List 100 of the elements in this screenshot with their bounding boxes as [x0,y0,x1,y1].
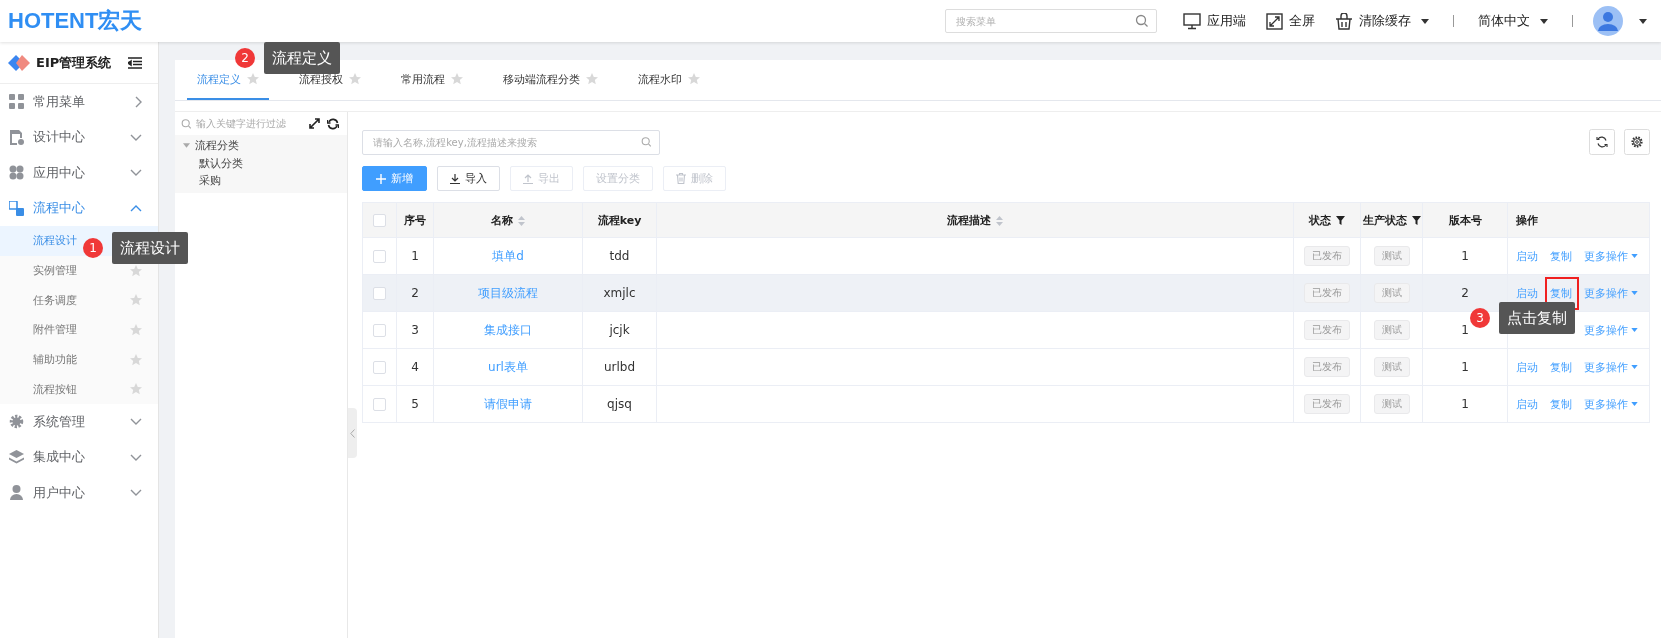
header-action-button[interactable]: 清除缓存 [1331,12,1433,30]
toolbar-button[interactable]: 新增 [362,166,427,191]
star-icon[interactable] [130,353,142,366]
annotation-tooltip: 流程设计 [112,232,188,264]
download-icon [450,173,460,184]
process-name-link[interactable]: url表单 [488,359,528,374]
table-cell: jcjk [609,323,630,337]
action-link[interactable]: 更多操作 [1584,359,1638,375]
tree-node[interactable]: 采购 [175,172,347,190]
sidebar-submenu-item[interactable]: 任务调度 [0,285,158,316]
star-icon[interactable] [349,73,361,85]
process-name-link[interactable]: 项目级流程 [478,285,538,300]
process-name-link[interactable]: 集成接口 [484,322,532,337]
chevron-up-icon [130,204,142,212]
tab[interactable]: 移动端流程分类 [493,60,608,100]
sidebar-menu-item[interactable]: 常用菜单 [0,84,158,120]
step-badge: 2 [235,48,255,68]
action-link[interactable]: 更多操作 [1584,322,1638,338]
toolbar-button[interactable]: 导入 [437,166,500,191]
tab[interactable]: 流程水印 [628,60,710,100]
document-icon [9,129,24,145]
star-icon[interactable] [586,73,598,85]
action-link[interactable]: 复制 [1550,248,1574,264]
caret-icon[interactable] [1639,18,1647,24]
star-icon[interactable] [130,383,142,396]
sidebar-menu-item[interactable]: 用户中心 [0,475,158,511]
chevron-down-icon [130,418,142,426]
row-checkbox[interactable] [373,250,386,263]
sort-icon[interactable] [996,215,1003,226]
action-link[interactable]: 更多操作 [1584,396,1638,412]
caret-icon [1631,402,1638,406]
star-icon[interactable] [130,264,142,277]
header-action-button[interactable]: 应用端 [1179,12,1250,30]
chevron-down-icon [130,453,142,461]
action-link[interactable]: 启动 [1516,285,1540,301]
table-cell: 2 [411,286,419,300]
star-icon[interactable] [247,73,259,85]
refresh-button[interactable] [1589,129,1615,155]
table-cell: 1 [411,249,419,263]
collapse-handle[interactable] [348,408,357,458]
caret-icon [1631,328,1638,332]
action-link[interactable]: 更多操作 [1584,285,1638,301]
chevron-down-icon [130,489,142,497]
row-checkbox[interactable] [373,398,386,411]
star-icon[interactable] [688,73,700,85]
trash-icon [676,173,686,184]
menu-search-field[interactable]: 搜索菜单 [945,9,1157,33]
table-cell: 1 [1461,397,1469,411]
user-icon [9,485,24,501]
sidebar-submenu-item[interactable]: 流程按钮 [0,374,158,405]
sidebar-submenu-item[interactable]: 辅助功能 [0,344,158,375]
process-name-link[interactable]: 填单d [492,248,524,263]
fullscreen-icon [1266,12,1283,30]
status-tag: 测试 [1373,283,1410,303]
row-checkbox[interactable] [373,324,386,337]
annotation-tooltip: 流程定义 [264,42,340,74]
apps-icon [9,165,24,181]
expand-icon[interactable] [309,118,320,129]
search-icon [1135,14,1149,28]
sort-icon[interactable] [518,215,525,226]
flow-icon [9,200,24,216]
action-link[interactable]: 启动 [1516,396,1540,412]
settings-button[interactable] [1624,129,1650,155]
refresh-icon[interactable] [327,117,339,130]
table-cell: 1 [1461,323,1469,337]
column-header: 流程描述 [947,213,991,227]
action-link[interactable]: 启动 [1516,359,1540,375]
tab[interactable]: 常用流程 [391,60,473,100]
row-checkbox[interactable] [373,287,386,300]
sidebar-submenu-item[interactable]: 附件管理 [0,315,158,345]
language-dropdown[interactable]: 简体中文 [1474,12,1552,30]
row-checkbox[interactable] [373,361,386,374]
sidebar-menu-item[interactable]: 设计中心 [0,119,158,155]
table-cell: 4 [411,360,419,374]
sidebar-menu-item[interactable]: 集成中心 [0,439,158,476]
filter-icon[interactable] [1336,216,1345,225]
tree-node[interactable]: 默认分类 [175,154,347,172]
select-all-checkbox[interactable] [373,213,386,227]
caret-icon [183,143,190,149]
sidebar-menu-item[interactable]: 流程中心 [0,190,158,226]
action-link[interactable]: 启动 [1516,248,1540,264]
sidebar-menu-item[interactable]: 系统管理 [0,404,158,440]
avatar-icon[interactable] [1593,6,1623,36]
action-link[interactable]: 复制 [1550,359,1574,375]
status-tag: 测试 [1373,246,1410,266]
plus-icon [376,173,386,184]
star-icon[interactable] [451,73,463,85]
filter-icon[interactable] [1411,216,1421,225]
column-header: 操作 [1516,213,1538,227]
process-name-link[interactable]: 请假申请 [484,396,532,411]
star-icon[interactable] [130,323,142,336]
collapse-menu-icon[interactable] [128,56,142,69]
header-action-button[interactable]: 全屏 [1262,12,1319,30]
search-field[interactable]: 请输入名称,流程key,流程描述来搜索 [362,129,660,155]
diamond-logo-icon [8,54,30,71]
star-icon[interactable] [130,294,142,307]
action-link[interactable]: 更多操作 [1584,248,1638,264]
tree-node[interactable]: 流程分类 [175,137,347,155]
sidebar-menu-item[interactable]: 应用中心 [0,155,158,191]
action-link[interactable]: 复制 [1550,396,1574,412]
